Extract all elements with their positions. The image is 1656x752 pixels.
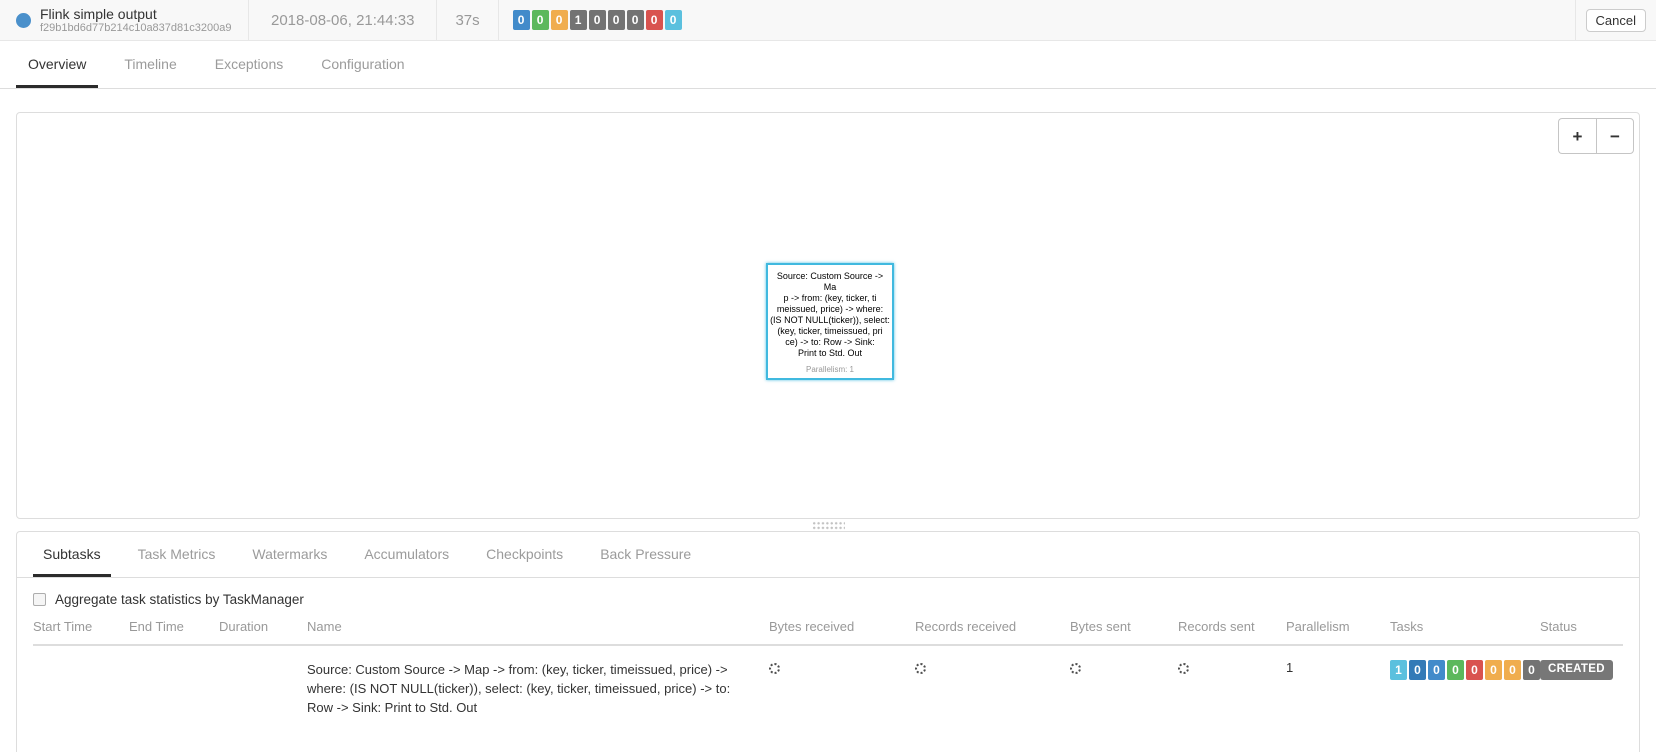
detail-tabs: Subtasks Task Metrics Watermarks Accumul…: [17, 532, 1639, 578]
tab-timeline[interactable]: Timeline: [112, 42, 188, 88]
task-count-badge: 1: [570, 10, 587, 30]
status-badge: CREATED: [1540, 660, 1613, 680]
job-tabs: Overview Timeline Exceptions Configurati…: [0, 41, 1656, 89]
spinner-icon: [1070, 663, 1081, 674]
job-status-dot-icon: [16, 13, 31, 28]
col-name: Name: [307, 607, 769, 645]
cell-records-received: [915, 645, 1070, 729]
job-id: f29b1bd6d77b214c10a837d81c3200a9: [40, 22, 231, 35]
tab-accumulators[interactable]: Accumulators: [354, 533, 459, 577]
task-count-badge: 0: [665, 10, 682, 30]
zoom-in-button[interactable]: +: [1558, 118, 1596, 154]
job-graph-panel: + − Source: Custom Source -> Ma p -> fro…: [16, 112, 1640, 519]
cell-end-time: [129, 645, 219, 729]
cell-tasks: 10000000: [1390, 645, 1540, 729]
task-count-badge: 0: [1447, 660, 1464, 680]
spinner-icon: [1178, 663, 1189, 674]
task-count-badge: 0: [513, 10, 530, 30]
col-end-time: End Time: [129, 607, 219, 645]
task-count-badge: 0: [627, 10, 644, 30]
tab-configuration[interactable]: Configuration: [309, 42, 416, 88]
task-count-badge: 0: [1466, 660, 1483, 680]
tab-checkpoints[interactable]: Checkpoints: [476, 533, 573, 577]
subtask-status-badges: 10000000: [1390, 660, 1532, 680]
task-count-badge: 0: [1428, 660, 1445, 680]
job-identity: Flink simple output f29b1bd6d77b214c10a8…: [0, 0, 248, 40]
aggregate-label: Aggregate task statistics by TaskManager: [55, 592, 304, 607]
task-count-badge: 0: [589, 10, 606, 30]
task-count-badge: 1: [1390, 660, 1407, 680]
job-task-status-badges: 000100000: [499, 0, 696, 40]
cell-name: Source: Custom Source -> Map -> from: (k…: [307, 645, 769, 729]
col-duration: Duration: [219, 607, 307, 645]
col-bytes-sent: Bytes sent: [1070, 607, 1178, 645]
spinner-icon: [915, 663, 926, 674]
graph-zoom-controls: + −: [1558, 118, 1634, 154]
vertex-name: Source: Custom Source -> Ma p -> from: (…: [770, 271, 890, 359]
task-count-badge: 0: [551, 10, 568, 30]
table-row[interactable]: Source: Custom Source -> Map -> from: (k…: [33, 645, 1623, 729]
panel-resize-handle[interactable]: [812, 521, 845, 530]
task-count-badge: 0: [646, 10, 663, 30]
tab-overview[interactable]: Overview: [16, 42, 98, 88]
tab-exceptions[interactable]: Exceptions: [203, 42, 295, 88]
job-detail-panel: Subtasks Task Metrics Watermarks Accumul…: [16, 531, 1640, 752]
task-count-badge: 0: [1523, 660, 1540, 680]
col-parallelism: Parallelism: [1286, 607, 1390, 645]
cell-status: CREATED: [1540, 645, 1623, 729]
cell-duration: [219, 645, 307, 729]
job-header: Flink simple output f29b1bd6d77b214c10a8…: [0, 0, 1656, 41]
aggregate-checkbox[interactable]: [33, 593, 46, 606]
flink-job-page: Flink simple output f29b1bd6d77b214c10a8…: [0, 0, 1656, 752]
job-title: Flink simple output: [40, 6, 231, 22]
cell-parallelism: 1: [1286, 645, 1390, 729]
cell-start-time: [33, 645, 129, 729]
vertex-parallelism: Parallelism: 1: [806, 365, 854, 374]
tab-subtasks[interactable]: Subtasks: [33, 533, 111, 577]
tab-task-metrics[interactable]: Task Metrics: [128, 533, 226, 577]
col-bytes-received: Bytes received: [769, 607, 915, 645]
cell-records-sent: [1178, 645, 1286, 729]
col-records-sent: Records sent: [1178, 607, 1286, 645]
col-tasks: Tasks: [1390, 607, 1540, 645]
col-records-received: Records received: [915, 607, 1070, 645]
col-start-time: Start Time: [33, 607, 129, 645]
table-header-row: Start Time End Time Duration Name Bytes …: [33, 607, 1623, 645]
subtasks-table: Start Time End Time Duration Name Bytes …: [33, 607, 1623, 729]
cancel-button[interactable]: Cancel: [1586, 9, 1646, 32]
col-status: Status: [1540, 607, 1623, 645]
spinner-icon: [769, 663, 780, 674]
tab-watermarks[interactable]: Watermarks: [242, 533, 337, 577]
job-vertex-node[interactable]: Source: Custom Source -> Ma p -> from: (…: [766, 263, 894, 380]
task-count-badge: 0: [1504, 660, 1521, 680]
task-count-badge: 0: [608, 10, 625, 30]
task-count-badge: 0: [532, 10, 549, 30]
zoom-out-button[interactable]: −: [1596, 118, 1634, 154]
cell-bytes-sent: [1070, 645, 1178, 729]
task-count-badge: 0: [1485, 660, 1502, 680]
cell-bytes-received: [769, 645, 915, 729]
task-count-badge: 0: [1409, 660, 1426, 680]
job-duration: 37s: [437, 0, 497, 40]
job-start-time: 2018-08-06, 21:44:33: [249, 0, 436, 40]
tab-back-pressure[interactable]: Back Pressure: [590, 533, 701, 577]
